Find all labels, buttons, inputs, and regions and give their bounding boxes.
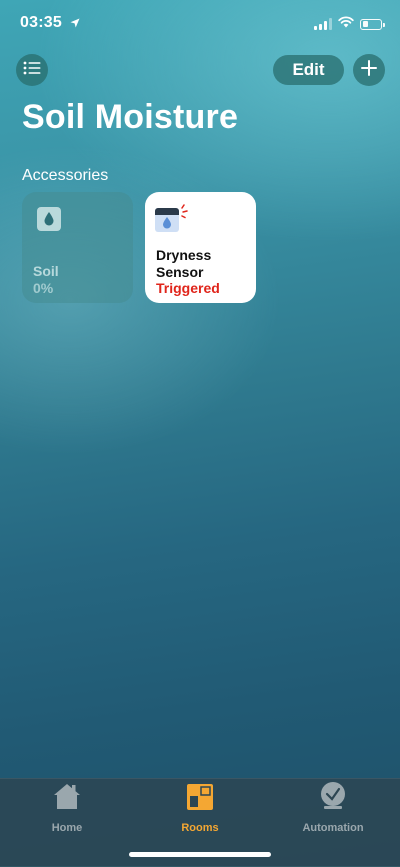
- water-drop-icon: [37, 207, 61, 236]
- add-button[interactable]: [353, 54, 385, 86]
- tab-home[interactable]: Home: [17, 782, 117, 834]
- accessory-tile-dryness-sensor[interactable]: Dryness Sensor Triggered: [145, 192, 256, 303]
- tab-label: Rooms: [181, 822, 219, 834]
- accessory-name: Dryness Sensor: [156, 247, 212, 280]
- battery-level: [362, 21, 368, 27]
- tab-label: Automation: [302, 822, 364, 834]
- accessory-status: 0%: [33, 280, 54, 296]
- leak-sensor-icon: [154, 204, 190, 239]
- clock-icon: [318, 780, 348, 815]
- wifi-icon: [338, 15, 354, 33]
- home-indicator: [129, 852, 271, 857]
- status-bar: 03:35: [0, 0, 400, 44]
- tab-rooms[interactable]: Rooms: [150, 784, 250, 834]
- location-arrow-icon: [70, 15, 80, 33]
- plus-icon: [361, 59, 377, 81]
- section-header: Accessories: [22, 167, 109, 184]
- tab-label: Home: [51, 822, 83, 834]
- battery-icon: [360, 18, 385, 30]
- room-list-button[interactable]: [16, 54, 48, 86]
- page-title: Soil Moisture: [22, 98, 239, 136]
- accessory-status: Triggered: [156, 280, 220, 296]
- tab-automation[interactable]: Automation: [283, 782, 383, 834]
- rooms-icon: [187, 784, 213, 815]
- accessory-name: Soil: [33, 263, 59, 279]
- cellular-signal-icon: [314, 18, 332, 30]
- status-time: 03:35: [20, 14, 62, 31]
- edit-button[interactable]: Edit: [273, 55, 344, 85]
- house-icon: [52, 782, 82, 815]
- accessory-tile-soil[interactable]: Soil 0%: [22, 192, 133, 303]
- list-icon: [23, 61, 41, 80]
